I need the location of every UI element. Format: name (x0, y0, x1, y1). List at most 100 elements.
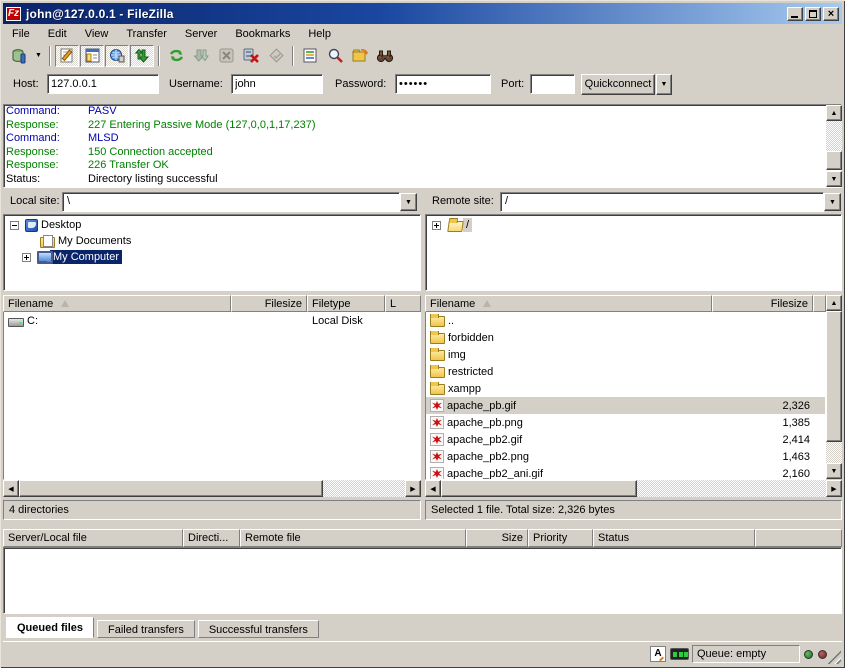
column-filesize[interactable]: Filesize (712, 295, 813, 312)
scroll-track[interactable] (826, 121, 842, 151)
chevron-down-icon[interactable]: ▼ (400, 193, 417, 211)
column-remote-file[interactable]: Remote file (240, 529, 466, 547)
expand-icon[interactable] (432, 221, 441, 230)
cancel-operation-button[interactable] (214, 45, 238, 67)
process-queue-button[interactable] (189, 45, 213, 67)
local-directory-tree[interactable]: Desktop My Documents My Computer (3, 214, 421, 291)
menu-server[interactable]: Server (176, 26, 226, 42)
tab-failed-transfers[interactable]: Failed transfers (97, 620, 195, 638)
menu-transfer[interactable]: Transfer (117, 26, 176, 42)
collapse-icon[interactable] (10, 221, 19, 230)
title-bar[interactable]: Fz john@127.0.0.1 - FileZilla × (3, 3, 842, 24)
minimize-button[interactable] (787, 7, 803, 21)
file-row[interactable]: apache_pb.png 1,385 (426, 414, 825, 431)
column-last-modified[interactable]: L (385, 295, 421, 312)
remote-list-body[interactable]: .. forbidden img restricted xampp apache… (425, 312, 826, 480)
file-row-selected[interactable]: apache_pb.gif 2,326 (426, 397, 825, 414)
scroll-thumb[interactable] (826, 311, 842, 442)
toggle-local-tree-button[interactable] (80, 45, 104, 67)
tree-item-my-documents[interactable]: My Documents (4, 233, 420, 249)
remote-vscrollbar[interactable]: ▲ ▼ (826, 295, 842, 480)
tree-item-my-computer[interactable]: My Computer (4, 249, 420, 265)
expand-icon[interactable] (22, 253, 31, 262)
compare-directories-button[interactable] (323, 45, 347, 67)
menu-file[interactable]: File (3, 26, 39, 42)
synchronized-browsing-button[interactable] (348, 45, 372, 67)
speed-limit-icon[interactable] (670, 648, 689, 660)
file-search-button[interactable] (373, 45, 397, 67)
file-row[interactable]: forbidden (426, 329, 825, 346)
queue-body[interactable] (3, 547, 842, 614)
file-row[interactable]: xampp (426, 380, 825, 397)
file-row-c-drive[interactable]: C: Local Disk (4, 312, 420, 329)
maximize-button[interactable] (805, 7, 821, 21)
file-row[interactable]: apache_pb2.png 1,463 (426, 448, 825, 465)
username-input[interactable] (231, 74, 323, 94)
remote-site-combo[interactable]: / ▼ (500, 192, 842, 212)
toggle-message-log-button[interactable] (55, 45, 79, 67)
scroll-left-icon[interactable]: ◀ (3, 480, 19, 497)
column-size[interactable]: Size (466, 529, 528, 547)
toggle-remote-tree-button[interactable] (105, 45, 129, 67)
column-priority[interactable]: Priority (528, 529, 593, 547)
scroll-up-icon[interactable]: ▲ (826, 105, 842, 121)
resize-grip[interactable] (827, 650, 841, 664)
scroll-track[interactable] (826, 442, 842, 463)
column-filename[interactable]: Filename (3, 295, 231, 312)
file-row[interactable]: apache_pb2_ani.gif 2,160 (426, 465, 825, 480)
scroll-down-icon[interactable]: ▼ (826, 171, 842, 187)
log-scrollbar[interactable]: ▲ ▼ (826, 105, 842, 187)
file-row[interactable]: apache_pb2.gif 2,414 (426, 431, 825, 448)
data-type-indicator-icon[interactable]: A (650, 646, 666, 662)
quickconnect-button[interactable]: Quickconnect (581, 74, 655, 95)
scroll-track[interactable] (323, 480, 405, 497)
scroll-up-icon[interactable]: ▲ (826, 295, 842, 311)
quickconnect-dropdown[interactable]: ▼ (656, 74, 672, 95)
local-hscrollbar[interactable]: ◀ ▶ (3, 480, 421, 497)
menu-help[interactable]: Help (299, 26, 340, 42)
column-status[interactable]: Status (593, 529, 755, 547)
column-filename[interactable]: Filename (425, 295, 712, 312)
column-filesize[interactable]: Filesize (231, 295, 307, 312)
chevron-down-icon[interactable]: ▼ (824, 193, 841, 211)
file-row[interactable]: .. (426, 312, 825, 329)
scroll-left-icon[interactable]: ◀ (425, 480, 441, 497)
column-direction[interactable]: Directi... (183, 529, 240, 547)
tab-queued-files[interactable]: Queued files (6, 617, 94, 638)
refresh-button[interactable] (164, 45, 188, 67)
remote-directory-tree[interactable]: / (425, 214, 842, 291)
tab-successful-transfers[interactable]: Successful transfers (198, 620, 319, 638)
password-input[interactable] (395, 74, 491, 94)
message-log[interactable]: Command:PASV Response:227 Entering Passi… (3, 104, 842, 188)
directory-listing-filters-button[interactable] (298, 45, 322, 67)
local-site-value[interactable]: \ (62, 192, 400, 212)
column-filetype[interactable]: Filetype (307, 295, 385, 312)
scroll-thumb[interactable] (826, 151, 842, 170)
disconnect-button[interactable] (239, 45, 263, 67)
scroll-thumb[interactable] (19, 480, 323, 497)
port-input[interactable] (530, 74, 575, 94)
file-row[interactable]: restricted (426, 363, 825, 380)
reconnect-button[interactable] (264, 45, 288, 67)
scroll-right-icon[interactable]: ▶ (405, 480, 421, 497)
close-button[interactable]: × (823, 7, 839, 21)
tree-item-root[interactable]: / (426, 217, 841, 233)
host-input[interactable] (47, 74, 159, 94)
remote-hscrollbar[interactable]: ◀ ▶ (425, 480, 842, 497)
toggle-transfer-queue-button[interactable] (130, 45, 154, 67)
menu-view[interactable]: View (76, 26, 118, 42)
file-row[interactable]: img (426, 346, 825, 363)
scroll-track[interactable] (637, 480, 826, 497)
site-manager-button[interactable] (7, 45, 31, 67)
site-manager-dropdown[interactable]: ▼ (32, 45, 45, 67)
menu-edit[interactable]: Edit (39, 26, 76, 42)
column-server-local-file[interactable]: Server/Local file (3, 529, 183, 547)
scroll-thumb[interactable] (441, 480, 637, 497)
remote-site-value[interactable]: / (500, 192, 824, 212)
local-list-body[interactable]: C: Local Disk (3, 312, 421, 480)
scroll-down-icon[interactable]: ▼ (826, 463, 842, 479)
local-site-combo[interactable]: \ ▼ (62, 192, 418, 212)
menu-bookmarks[interactable]: Bookmarks (226, 26, 299, 42)
tree-item-desktop[interactable]: Desktop (4, 217, 420, 233)
scroll-right-icon[interactable]: ▶ (826, 480, 842, 497)
